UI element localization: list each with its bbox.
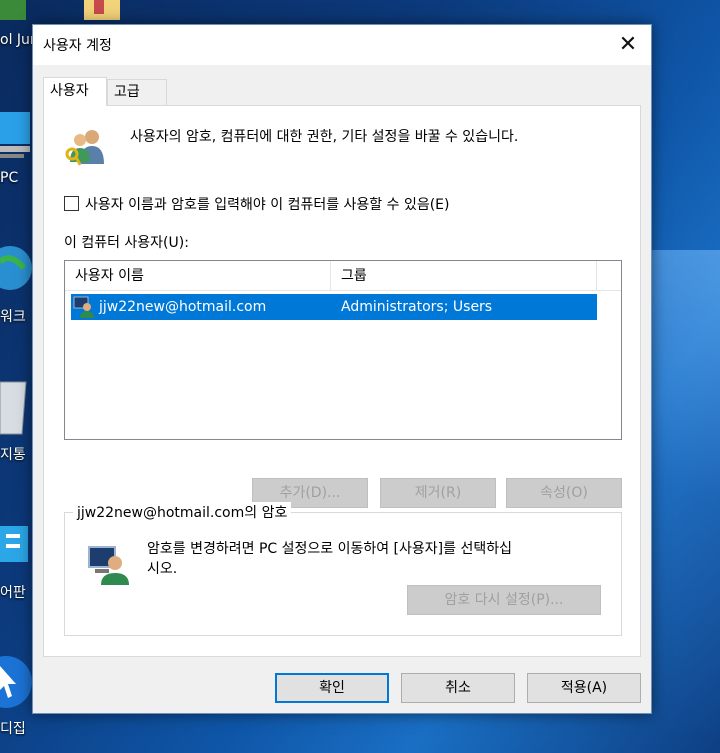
desktop-label-shortcut[interactable]: 디집 <box>0 718 26 738</box>
row-group: Administrators; Users <box>341 299 493 315</box>
remove-user-button[interactable]: 제거(R) <box>380 478 496 508</box>
require-login-label[interactable]: 사용자 이름과 암호를 입력해야 이 컴퓨터를 사용할 수 있음(E) <box>85 194 450 214</box>
users-tab-panel: 사용자의 암호, 컴퓨터에 대한 권한, 기타 설정을 바꿀 수 있습니다. 사… <box>43 105 641 657</box>
cancel-button[interactable]: 취소 <box>401 673 515 703</box>
title-bar[interactable]: 사용자 계정 ✕ <box>33 25 651 65</box>
password-groupbox: jjw22new@hotmail.com의 암호 암호를 변경하려면 PC 설정… <box>64 502 622 636</box>
close-icon: ✕ <box>618 32 638 57</box>
desktop-label-control-panel[interactable]: 어판 <box>0 582 26 602</box>
desktop-label-network[interactable]: 워크 <box>0 306 26 326</box>
ok-button[interactable]: 확인 <box>275 673 389 703</box>
dialog-title: 사용자 계정 <box>43 38 112 54</box>
this-pc-icon[interactable] <box>0 108 32 164</box>
properties-button[interactable]: 속성(O) <box>506 478 622 508</box>
table-row[interactable]: jjw22new@hotmail.com Administrators; Use… <box>71 294 597 320</box>
desktop-label-recycle-bin[interactable]: 지통 <box>0 444 26 464</box>
network-icon[interactable] <box>0 242 32 298</box>
password-instructions-line1: 암호를 변경하려면 PC 설정으로 이동하여 [사용자]를 선택하십 <box>147 541 512 557</box>
shortcut-arrow-icon[interactable] <box>0 652 34 714</box>
column-header-group[interactable]: 그룹 <box>331 261 597 291</box>
users-list-label: 이 컴퓨터 사용자(U): <box>64 235 189 251</box>
desktop-label-pc[interactable]: PC <box>0 170 18 186</box>
wallpaper-light-beam <box>640 250 720 730</box>
list-header: 사용자 이름 그룹 <box>65 261 621 291</box>
user-account-icon <box>73 296 94 318</box>
password-instructions-line2: 시오. <box>147 561 178 577</box>
reset-password-button[interactable]: 암호 다시 설정(P)... <box>407 585 601 615</box>
recycle-bin-icon[interactable] <box>0 378 32 438</box>
row-username: jjw22new@hotmail.com <box>99 299 267 315</box>
tab-advanced[interactable]: 고급 <box>107 79 167 105</box>
document-icon[interactable] <box>80 0 124 24</box>
apply-button[interactable]: 적용(A) <box>527 673 641 703</box>
user-account-icon <box>88 546 129 585</box>
control-panel-icon[interactable] <box>0 522 32 566</box>
require-login-checkbox[interactable] <box>64 196 79 211</box>
users-keys-icon <box>65 130 104 166</box>
column-header-username[interactable]: 사용자 이름 <box>65 261 331 291</box>
users-list[interactable]: 사용자 이름 그룹 jjw22new@hotmail.com Administr… <box>64 260 622 440</box>
user-accounts-dialog: 사용자 계정 ✕ 사용자 고급 사용자의 암호, 컴퓨터에 대한 권한, 기타 … <box>32 24 652 714</box>
password-group-title: jjw22new@hotmail.com의 암호 <box>73 502 292 522</box>
password-instructions: 암호를 변경하려면 PC 설정으로 이동하여 [사용자]를 선택하십 시오. <box>147 539 607 579</box>
user-folder-icon[interactable] <box>0 0 32 24</box>
tab-users[interactable]: 사용자 <box>43 77 107 106</box>
desktop-label-user[interactable]: ol Jur <box>0 32 36 48</box>
close-button[interactable]: ✕ <box>605 25 651 65</box>
header-description: 사용자의 암호, 컴퓨터에 대한 권한, 기타 설정을 바꿀 수 있습니다. <box>130 129 519 145</box>
